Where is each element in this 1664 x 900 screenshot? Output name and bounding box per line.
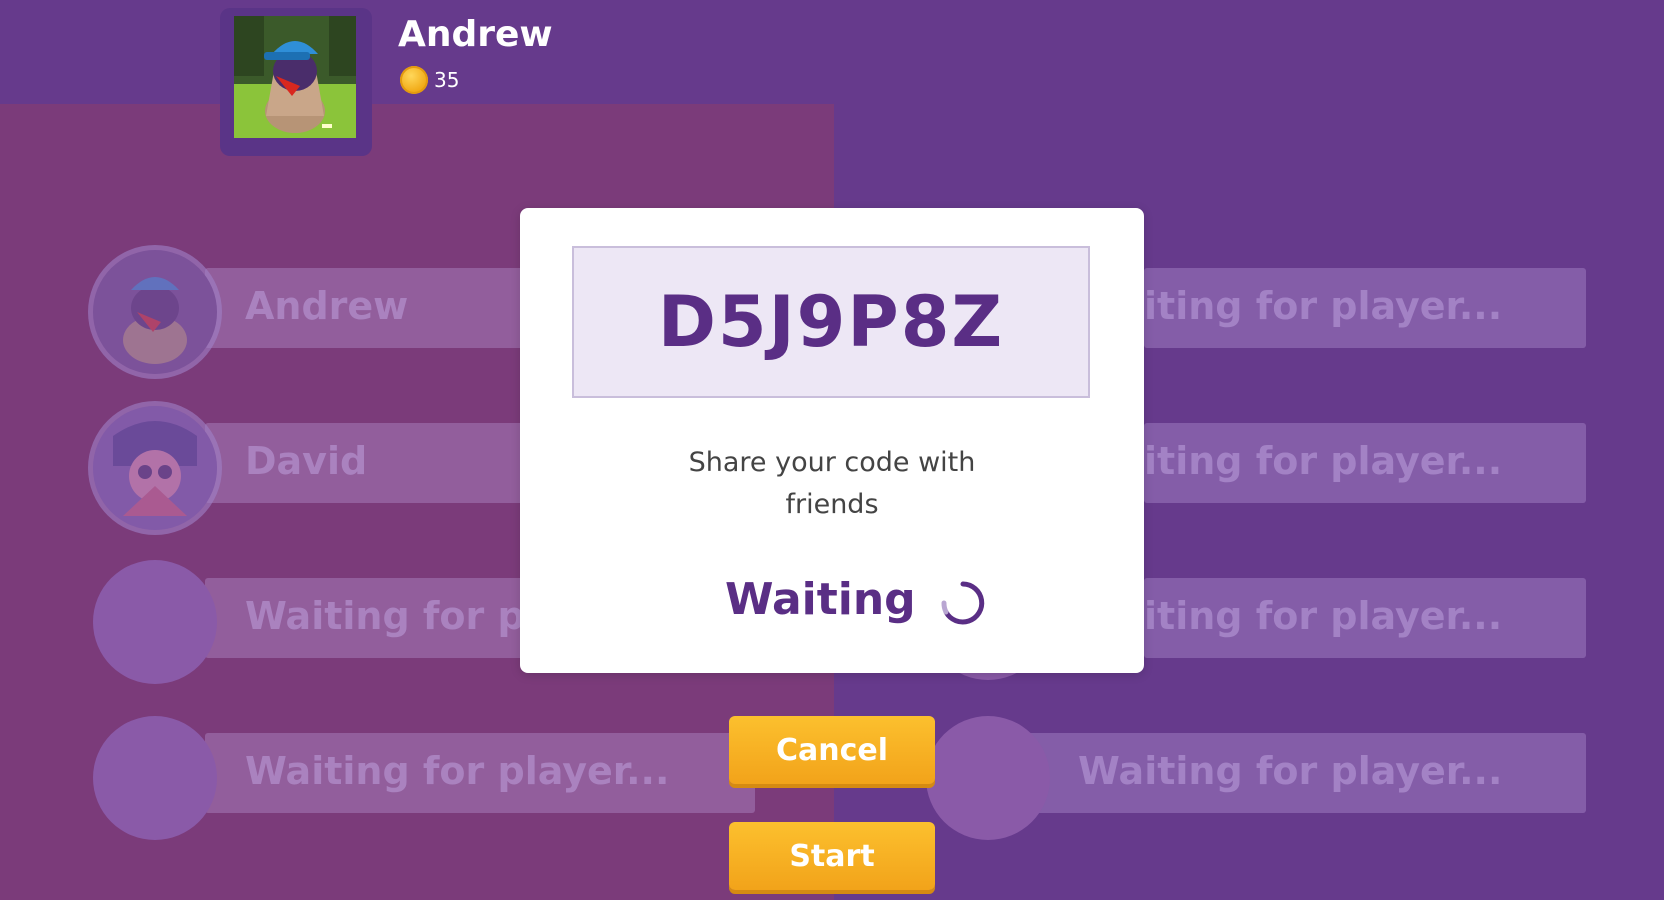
player-slot: Andrew [205, 268, 545, 348]
share-instructions: Share your code with friends [520, 442, 1144, 526]
room-code: D5J9P8Z [657, 281, 1005, 363]
room-code-box[interactable]: D5J9P8Z [572, 246, 1090, 398]
player-slot: iting for player... [1144, 578, 1586, 658]
empty-player-avatar [93, 716, 217, 840]
player-slot: iting for player... [1144, 268, 1586, 348]
player-avatar [93, 250, 217, 374]
player-slot-label: Waiting for player... [245, 749, 670, 793]
profile-avatar[interactable] [234, 16, 356, 138]
coin-count: 35 [434, 68, 460, 92]
player-slot: Waiting for player... [205, 733, 755, 813]
waiting-status: Waiting [725, 574, 916, 625]
coin-icon [400, 66, 428, 94]
loading-spinner-icon [941, 581, 985, 625]
cancel-button[interactable]: Cancel [729, 716, 935, 784]
player-slot: Waiting for pl [205, 578, 545, 658]
start-button[interactable]: Start [729, 822, 935, 890]
profile-name: Andrew [398, 14, 553, 55]
empty-player-avatar [926, 716, 1050, 840]
player-slot-label: Waiting for player... [1078, 749, 1503, 793]
player-slot-label: Andrew [245, 284, 409, 328]
player-slot-label: David [245, 439, 368, 483]
player-slot-label: iting for player... [1144, 439, 1503, 483]
player-slot: David [205, 423, 545, 503]
player-slot-label: iting for player... [1144, 594, 1503, 638]
empty-player-avatar [93, 560, 217, 684]
share-instructions-line1: Share your code with [688, 447, 976, 478]
player-slot-label: iting for player... [1144, 284, 1503, 328]
player-slot-label: Waiting for pl [245, 594, 538, 638]
share-code-dialog: D5J9P8Z Share your code with friends Wai… [520, 208, 1144, 673]
player-slot: Waiting for player... [1010, 733, 1586, 813]
player-avatar [93, 406, 217, 530]
player-slot: iting for player... [1144, 423, 1586, 503]
share-instructions-line2: friends [785, 489, 879, 520]
